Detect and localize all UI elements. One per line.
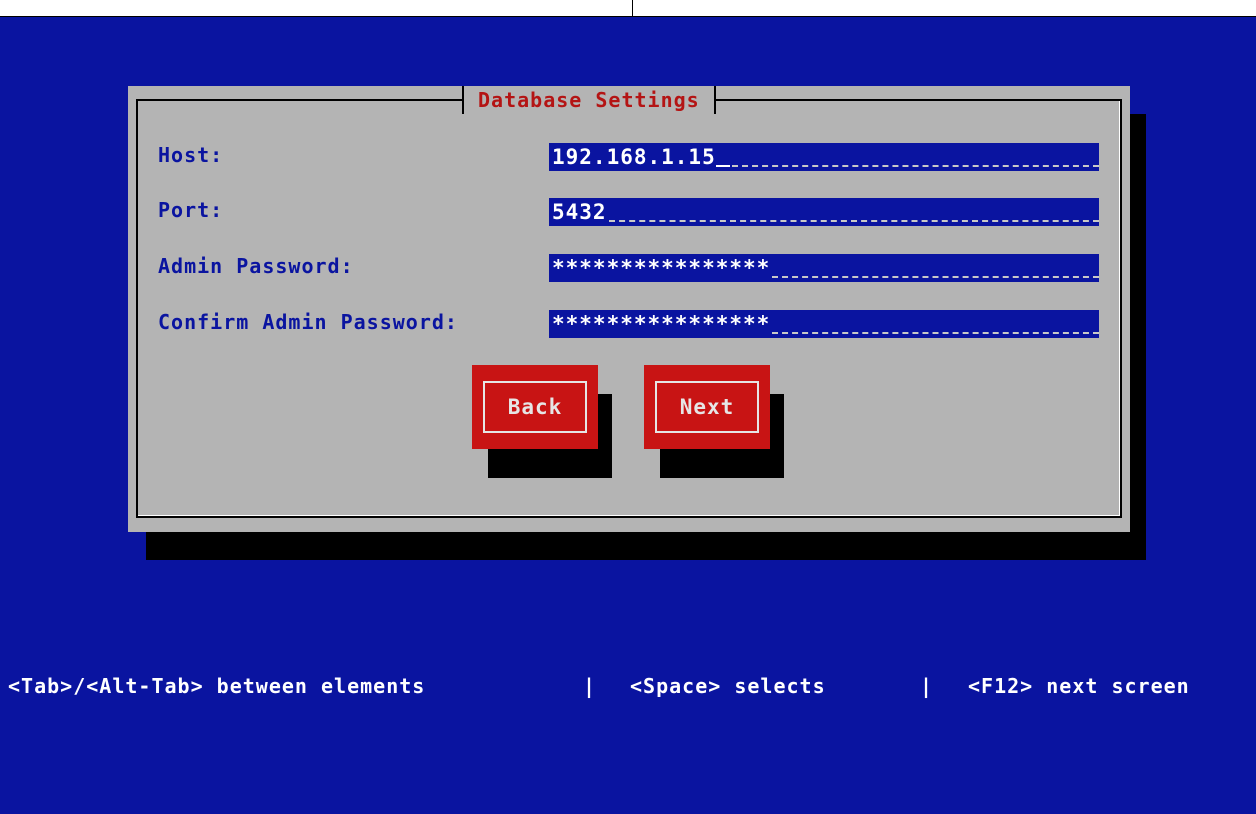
host-value: 192.168.1.15: [552, 145, 716, 169]
status-separator: |: [920, 674, 934, 698]
status-hint-next-screen: <F12> next screen: [968, 674, 1190, 698]
field-fill: [772, 310, 1099, 334]
top-bar: [0, 0, 1256, 17]
field-fill: [731, 143, 1099, 167]
admin-password-value: ****************: [552, 256, 771, 280]
confirm-admin-password-label: Confirm Admin Password:: [158, 310, 458, 334]
status-separator: |: [583, 674, 597, 698]
port-value: 5432: [552, 200, 607, 224]
next-button-label: Next: [655, 381, 759, 433]
confirm-admin-password-input[interactable]: ****************: [549, 310, 1099, 338]
dialog-title: Database Settings: [478, 88, 700, 112]
dialog-title-box: Database Settings: [462, 86, 716, 114]
top-bar-divider: [632, 0, 633, 16]
back-button-label: Back: [483, 381, 587, 433]
back-button[interactable]: Back: [472, 365, 598, 449]
host-label: Host:: [158, 143, 224, 167]
admin-password-input[interactable]: ****************: [549, 254, 1099, 282]
database-settings-dialog: Database Settings Host: 192.168.1.15 Por…: [128, 86, 1130, 532]
host-input[interactable]: 192.168.1.15: [549, 143, 1099, 171]
admin-password-label: Admin Password:: [158, 254, 354, 278]
port-label: Port:: [158, 198, 224, 222]
text-cursor: [715, 143, 730, 167]
confirm-admin-password-value: ****************: [552, 312, 771, 336]
status-hint-select: <Space> selects: [630, 674, 826, 698]
status-hint-navigation: <Tab>/<Alt-Tab> between elements: [8, 674, 426, 698]
field-fill: [772, 254, 1099, 278]
next-button[interactable]: Next: [644, 365, 770, 449]
status-bar: <Tab>/<Alt-Tab> between elements | <Spac…: [0, 670, 1256, 698]
field-fill: [608, 198, 1099, 222]
port-input[interactable]: 5432: [549, 198, 1099, 226]
